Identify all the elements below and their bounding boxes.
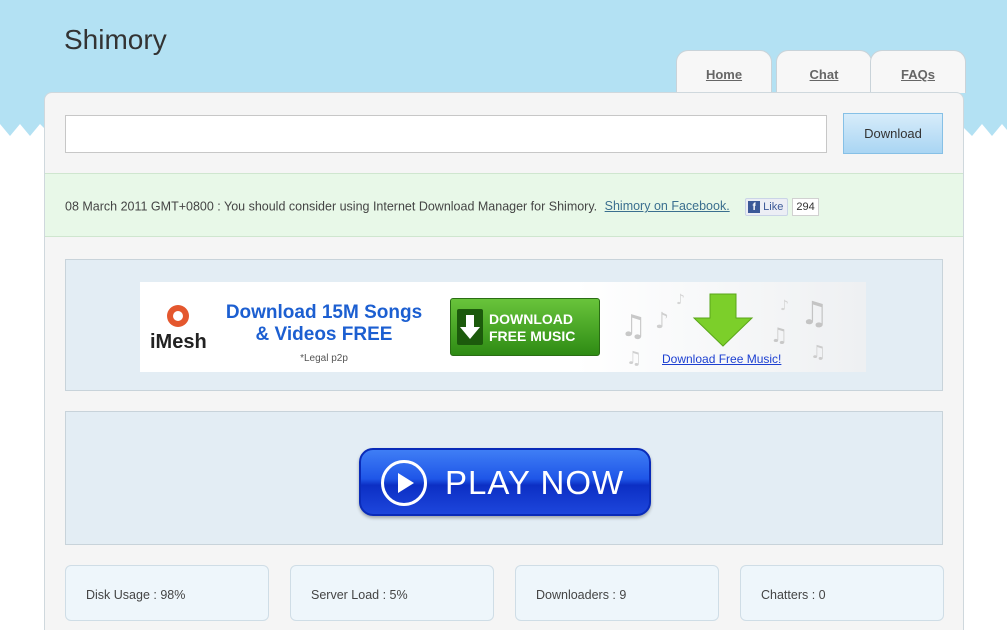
play-panel: PLAY NOW (65, 411, 943, 545)
stat-downloaders: Downloaders : 9 (515, 565, 719, 621)
stat-server-load: Server Load : 5% (290, 565, 494, 621)
svg-text:♫: ♫ (626, 348, 642, 368)
ad-panel: iMesh Download 15M Songs & Videos FREE *… (65, 259, 943, 391)
svg-text:♫: ♫ (770, 323, 788, 347)
ad-button-label: DOWNLOAD FREE MUSIC (489, 311, 575, 345)
svg-text:♫: ♫ (620, 309, 647, 344)
imesh-logo: iMesh (148, 300, 207, 357)
site-title: Shimory (64, 24, 167, 55)
like-count: 294 (792, 198, 819, 216)
tab-faqs[interactable]: FAQs (870, 50, 966, 93)
stat-chatters: Chatters : 0 (740, 565, 944, 621)
main-content: Download 08 March 2011 GMT+0800 : You sh… (44, 92, 964, 630)
play-now-button[interactable]: PLAY NOW (359, 448, 651, 516)
ad-download-link[interactable]: Download Free Music! (662, 352, 781, 366)
svg-text:♪: ♪ (655, 309, 669, 334)
facebook-icon: f (748, 201, 761, 214)
notice-bar: 08 March 2011 GMT+0800 : You should cons… (45, 173, 963, 237)
ad-headline-line2: & Videos FREE (255, 324, 393, 345)
facebook-link[interactable]: Shimory on Facebook. (605, 199, 730, 213)
ad-legal-note: *Legal p2p (300, 353, 348, 364)
stat-disk-usage: Disk Usage : 98% (65, 565, 269, 621)
facebook-like-button[interactable]: f Like (745, 198, 789, 216)
ad-banner[interactable]: iMesh Download 15M Songs & Videos FREE *… (140, 282, 866, 372)
notice-text: 08 March 2011 GMT+0800 : You should cons… (65, 199, 598, 214)
like-label: Like (763, 201, 784, 213)
tab-chat[interactable]: Chat (776, 50, 872, 93)
tab-home[interactable]: Home (676, 50, 772, 93)
svg-text:♫: ♫ (800, 294, 829, 332)
ad-download-button[interactable]: DOWNLOAD FREE MUSIC (450, 298, 600, 356)
ad-button-line2: FREE MUSIC (489, 328, 576, 344)
svg-text:♪: ♪ (780, 298, 789, 314)
download-arrow-icon (457, 309, 483, 345)
play-icon (381, 460, 427, 506)
imesh-brand-text: iMesh (150, 331, 206, 352)
svg-text:♪: ♪ (676, 292, 685, 308)
play-now-label: PLAY NOW (445, 464, 625, 501)
svg-text:♫: ♫ (810, 342, 826, 363)
ad-headline: Download 15M Songs & Videos FREE (208, 302, 440, 346)
url-input[interactable] (65, 115, 827, 153)
ad-headline-line1: Download 15M Songs (225, 302, 423, 323)
download-button[interactable]: Download (843, 113, 943, 154)
ad-button-line1: DOWNLOAD (489, 311, 573, 327)
